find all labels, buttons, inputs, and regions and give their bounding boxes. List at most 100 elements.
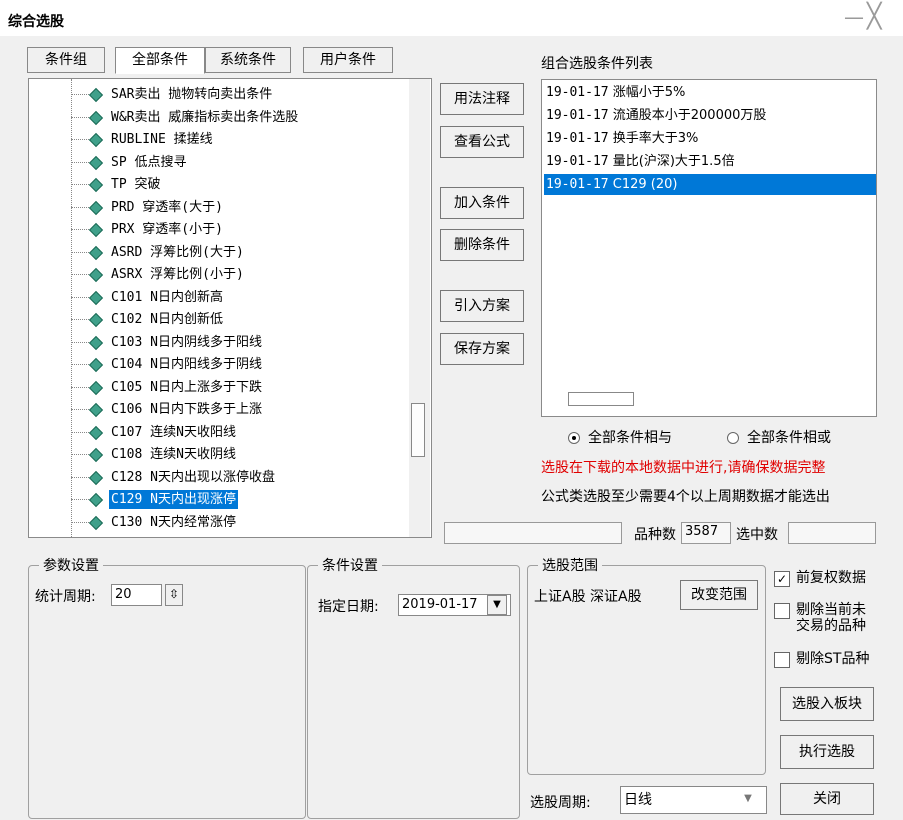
usage-notes-button[interactable]: 用法注释 <box>440 83 524 115</box>
formula-diamond-icon <box>88 132 104 148</box>
select-period-dropdown[interactable]: 日线 ▼ <box>620 786 767 814</box>
condition-date: 19-01-17 <box>546 131 609 146</box>
condition-date: 19-01-17 <box>546 85 609 100</box>
tree-item[interactable]: PRX 穿透率(小于) <box>29 219 409 240</box>
formula-diamond-icon <box>88 267 104 283</box>
tree-item-label: W&R卖出 威廉指标卖出条件选股 <box>111 109 299 125</box>
tree-item[interactable]: C106 N日内下跌多于上涨 <box>29 399 409 420</box>
delete-condition-button[interactable]: 删除条件 <box>440 229 524 261</box>
tree-item-label: SP 低点搜寻 <box>111 154 187 170</box>
condition-text: C129 (20) <box>612 177 678 192</box>
tab-user-conditions[interactable]: 用户条件 <box>303 47 393 73</box>
select-period-value: 日线 <box>624 792 652 808</box>
tree-item[interactable]: C103 N日内阴线多于阳线 <box>29 332 409 353</box>
radio-on-icon <box>568 432 580 444</box>
condition-settings-group: 条件设置 指定日期: 2019-01-17 ▼ <box>307 555 520 819</box>
logic-and-radio[interactable]: 全部条件相与 <box>568 427 672 447</box>
tree-item-label: C130 N天内经常涨停 <box>111 514 236 530</box>
condition-date: 19-01-17 <box>546 177 609 192</box>
tab-all-conditions[interactable]: 全部条件 <box>115 47 205 74</box>
tree-item[interactable]: C130 N天内经常涨停 <box>29 512 409 533</box>
tree-item[interactable]: C128 N天内出现以涨停收盘 <box>29 467 409 488</box>
formula-diamond-icon <box>88 515 104 530</box>
scope-group: 选股范围 上证A股 深证A股 改变范围 <box>527 555 766 775</box>
date-picker[interactable]: 2019-01-17 ▼ <box>398 594 511 616</box>
period-spinner[interactable]: ⇳ <box>165 584 183 606</box>
formula-diamond-icon <box>88 245 104 260</box>
tree-item[interactable]: C105 N日内上涨多于下跌 <box>29 377 409 398</box>
tree-item[interactable]: ASRD 浮筹比例(大于) <box>29 242 409 263</box>
condition-list-item[interactable]: 19-01-17 流通股本小于200000万股 <box>544 105 876 126</box>
tree-item[interactable]: SP 低点搜寻 <box>29 152 409 173</box>
tree-item-label: C106 N日内下跌多于上涨 <box>111 402 262 417</box>
tree-item[interactable]: PRD 穿透率(大于) <box>29 197 409 218</box>
chevron-down-icon[interactable]: ▼ <box>487 595 507 615</box>
condition-list-item[interactable]: 19-01-17 涨幅小于5% <box>544 82 876 103</box>
tree-item-label: ASRD 浮筹比例(大于) <box>111 244 244 260</box>
formula-diamond-icon <box>88 87 104 103</box>
tree-item[interactable]: C107 连续N天收阳线 <box>29 422 409 443</box>
formula-diamond-icon <box>88 402 104 418</box>
change-scope-button[interactable]: 改变范围 <box>680 580 758 610</box>
chevron-down-icon[interactable]: ▼ <box>739 790 757 808</box>
condition-list-item[interactable]: 19-01-17 换手率大于3% <box>544 128 876 149</box>
list-hscroll-thumb[interactable] <box>568 392 634 406</box>
tree-item[interactable]: W&R卖出 威廉指标卖出条件选股 <box>29 107 409 128</box>
logic-or-radio[interactable]: 全部条件相或 <box>727 427 831 447</box>
window-title: 综合选股 <box>8 14 64 30</box>
condition-list-label: 组合选股条件列表 <box>541 56 653 72</box>
tree-item[interactable]: SAR卖出 抛物转向卖出条件 <box>29 84 409 105</box>
period-label: 统计周期: <box>35 589 96 605</box>
tab-condition-group[interactable]: 条件组 <box>27 47 105 73</box>
tree-item[interactable]: C108 连续N天收阴线 <box>29 444 409 465</box>
tree-item[interactable]: ASRX 浮筹比例(小于) <box>29 264 409 285</box>
tree-item-label: C101 N日内创新高 <box>111 289 223 305</box>
param-settings-title: 参数设置 <box>39 555 103 575</box>
formula-diamond-icon <box>88 312 104 328</box>
condition-date: 19-01-17 <box>546 154 609 169</box>
tree-item-label: SAR卖出 抛物转向卖出条件 <box>111 87 273 102</box>
tree-branch-line <box>71 319 89 320</box>
run-selection-button[interactable]: 执行选股 <box>780 735 874 769</box>
add-condition-button[interactable]: 加入条件 <box>440 187 524 219</box>
tree-item[interactable]: RUBLINE 揉搓线 <box>29 129 409 150</box>
tree-scrollbar[interactable] <box>409 79 430 537</box>
view-formula-button[interactable]: 查看公式 <box>440 126 524 158</box>
tree-item[interactable]: C104 N日内阳线多于阴线 <box>29 354 409 375</box>
save-scheme-button[interactable]: 保存方案 <box>440 333 524 365</box>
data-warning: 选股在下载的本地数据中进行,请确保数据完整 <box>541 460 826 476</box>
radio-off-icon <box>727 432 739 444</box>
condition-tree[interactable]: SAR卖出 抛物转向卖出条件 W&R卖出 威廉指标卖出条件选股 RUBLINE 揉搓… <box>28 78 432 538</box>
tree-item[interactable]: C102 N日内创新低 <box>29 309 409 330</box>
period-input[interactable]: 20 <box>111 584 162 606</box>
import-scheme-button[interactable]: 引入方案 <box>440 290 524 322</box>
tree-item[interactable]: C101 N日内创新高 <box>29 287 409 308</box>
formula-diamond-icon <box>88 110 104 125</box>
tab-system-conditions[interactable]: 系统条件 <box>205 47 291 73</box>
tree-item[interactable]: C129 N天内出现涨停 <box>29 489 409 510</box>
date-value: 2019-01-17 <box>402 597 478 612</box>
tree-branch-line <box>71 161 89 163</box>
checkmark-icon: ✓ <box>774 571 790 587</box>
minimize-icon[interactable]: — <box>844 5 864 29</box>
tree-item-label: PRX 穿透率(小于) <box>111 222 223 237</box>
tree-branch-line <box>71 364 89 365</box>
condition-list[interactable]: 19-01-17 涨幅小于5% 19-01-17 流通股本小于200000万股 19… <box>541 79 877 417</box>
tree-branch-line <box>71 341 89 343</box>
close-button[interactable]: 关闭 <box>780 783 874 815</box>
condition-date: 19-01-17 <box>546 108 609 123</box>
tree-branch-line <box>71 409 89 410</box>
progress-field <box>444 522 622 544</box>
tree-item[interactable]: TP 突破 <box>29 174 409 195</box>
tree-scroll-thumb[interactable] <box>411 403 425 457</box>
tree-item-label: RUBLINE 揉搓线 <box>111 132 213 147</box>
tree-branch-line <box>71 521 89 523</box>
condition-list-item[interactable]: 19-01-17 量比(沪深)大于1.5倍 <box>544 151 876 172</box>
tree-branch-line <box>71 274 89 275</box>
add-to-block-button[interactable]: 选股入板块 <box>780 687 874 721</box>
formula-info: 公式类选股至少需要4个以上周期数据才能选出 <box>541 489 830 505</box>
tree-branch-line <box>71 431 89 433</box>
tree-branch-line <box>71 206 89 208</box>
condition-list-item[interactable]: 19-01-17 C129 (20) <box>544 174 876 195</box>
close-icon[interactable]: ╳ <box>867 2 881 30</box>
